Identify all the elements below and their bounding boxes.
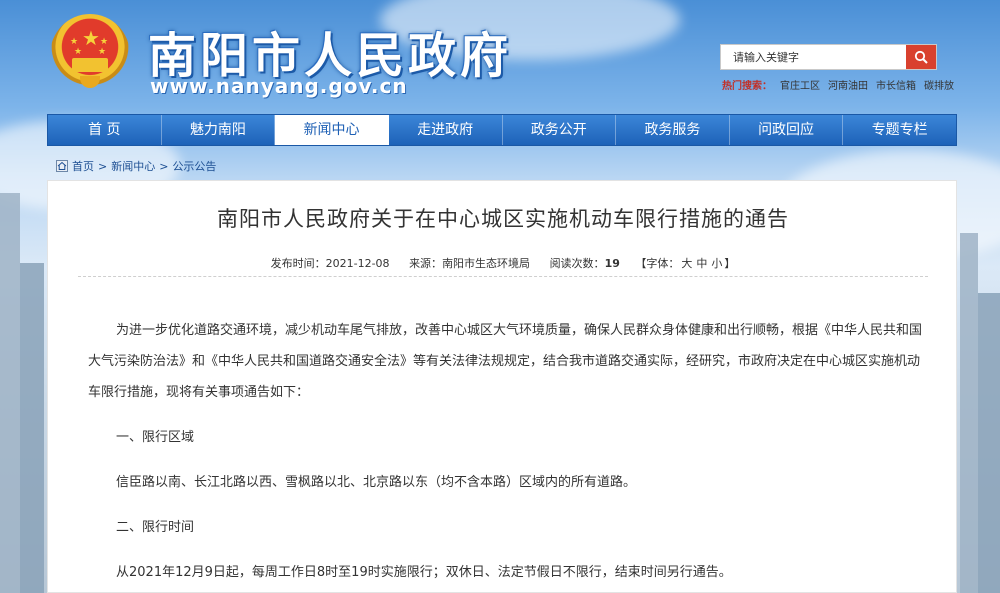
hot-search-label: 热门搜索： [722, 81, 772, 92]
source-label: 来源： [409, 257, 443, 270]
section-heading: 二、限行时间 [116, 520, 195, 535]
background-building [978, 293, 1000, 593]
nav-item-charm-nanyang[interactable]: 魅力南阳 [162, 115, 276, 145]
font-size-large[interactable]: 大 [681, 257, 692, 270]
main-nav: 首 页 魅力南阳 新闻中心 走进政府 政务公开 政务服务 问政回应 专题专栏 [47, 114, 957, 146]
source-value: 南阳市生态环境局 [442, 257, 531, 270]
publish-label: 发布时间： [270, 257, 326, 270]
hot-link-mayor-mailbox[interactable]: 市长信箱 [876, 81, 916, 92]
publish-info: 发布时间：2021-12-08 [271, 257, 390, 270]
article-meta: 发布时间：2021-12-08 来源：南阳市生态环境局 阅读次数：19 【字体：… [48, 255, 958, 271]
nav-item-government[interactable]: 走进政府 [389, 115, 503, 145]
hot-link-guanzhuang[interactable]: 官庄工区 [780, 81, 820, 92]
font-size-small[interactable]: 小 [711, 257, 722, 270]
hot-link-oilfield[interactable]: 河南油田 [828, 81, 868, 92]
nav-item-home[interactable]: 首 页 [48, 115, 162, 145]
nav-item-inquiry[interactable]: 问政回应 [730, 115, 844, 145]
search-icon [914, 50, 928, 64]
nav-item-services[interactable]: 政务服务 [616, 115, 730, 145]
breadcrumb-news-center[interactable]: 新闻中心 [111, 158, 155, 174]
background-building [20, 263, 44, 593]
publish-date: 2021-12-08 [325, 257, 390, 270]
breadcrumb-announcements[interactable]: 公示公告 [172, 158, 216, 174]
nav-item-special-topics[interactable]: 专题专栏 [843, 115, 956, 145]
article-body: 为进一步优化道路交通环境，减少机动车尾气排放，改善中心城区大气环境质量，确保人民… [88, 315, 923, 588]
hot-search: 热门搜索： 官庄工区 河南油田 市长信箱 碳排放 [722, 77, 954, 92]
article-title: 南阳市人民政府关于在中心城区实施机动车限行措施的通告 [217, 207, 789, 231]
font-size-switcher: 【字体：大中小】 [635, 257, 735, 270]
article-panel: 南阳市人民政府关于在中心城区实施机动车限行措施的通告 发布时间：2021-12-… [47, 180, 957, 593]
nav-item-open-affairs[interactable]: 政务公开 [503, 115, 617, 145]
search-button[interactable] [906, 45, 936, 69]
breadcrumb-home[interactable]: 首页 [72, 158, 94, 174]
font-size-medium[interactable]: 中 [696, 257, 707, 270]
breadcrumb-separator: > [159, 159, 169, 173]
article-paragraph: 从2021年12月9日起，每周工作日8时至19时实施限行；双休日、法定节假日不限… [116, 565, 732, 580]
background-building [960, 233, 978, 593]
background-building [0, 193, 20, 593]
reads-count: 19 [604, 257, 620, 270]
source-info: 来源：南阳市生态环境局 [409, 257, 530, 270]
home-icon [56, 160, 68, 172]
meta-divider [78, 276, 928, 277]
hot-link-carbon[interactable]: 碳排放 [924, 81, 954, 92]
site-header: ★ ★ ★ ★ ★ 南阳市人民政府 www.nanyang.gov.cn 热门搜… [0, 0, 1000, 112]
breadcrumb: 首页 > 新闻中心 > 公示公告 [56, 158, 216, 174]
national-emblem-icon: ★ ★ ★ ★ ★ [50, 14, 130, 96]
nav-item-news-center[interactable]: 新闻中心 [275, 115, 389, 145]
section-heading: 一、限行区域 [116, 430, 195, 445]
font-label-close: 】 [724, 257, 736, 270]
breadcrumb-separator: > [98, 159, 108, 173]
search-box [720, 44, 937, 70]
font-label-open: 【字体： [635, 257, 680, 270]
reads-label: 阅读次数： [549, 257, 605, 270]
article-paragraph: 为进一步优化道路交通环境，减少机动车尾气排放，改善中心城区大气环境质量，确保人民… [88, 323, 923, 400]
reads-info: 阅读次数：19 [550, 257, 620, 270]
article-paragraph: 信臣路以南、长江北路以西、雪枫路以北、北京路以东（均不含本路）区域内的所有道路。 [116, 475, 637, 490]
search-input[interactable] [721, 45, 906, 69]
site-url: www.nanyang.gov.cn [150, 74, 408, 98]
